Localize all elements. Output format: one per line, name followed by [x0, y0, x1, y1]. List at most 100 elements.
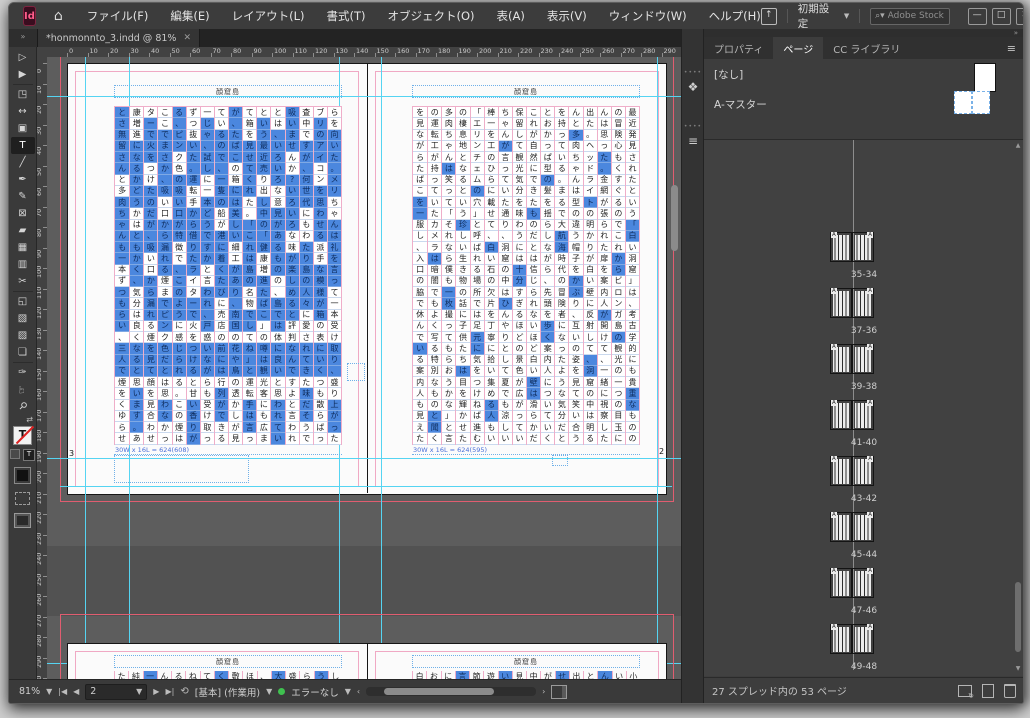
- direct-selection-tool[interactable]: ▶: [11, 66, 35, 83]
- layers-panel-icon[interactable]: ❖: [685, 79, 701, 95]
- running-head-frame[interactable]: 顔窟島: [412, 85, 640, 98]
- rectangle-tool[interactable]: ▰: [11, 222, 35, 239]
- page-thumbnail[interactable]: A: [852, 456, 874, 486]
- menu-item[interactable]: オブジェクト(O): [388, 8, 475, 24]
- frame-tool[interactable]: ⊠: [11, 205, 35, 222]
- page-thumbnail[interactable]: A: [830, 624, 852, 654]
- minimize-button[interactable]: —: [968, 8, 987, 25]
- text-column[interactable]: の運転工が持っていたカメラは暗闇でもよく写る特別なものと聞く: [427, 107, 441, 444]
- zoom-level[interactable]: 81%: [19, 686, 40, 697]
- first-page-button[interactable]: |◀: [58, 687, 67, 696]
- canvas-vertical-scrollbar[interactable]: [670, 59, 679, 675]
- canvas-horizontal-scrollbar[interactable]: [366, 687, 536, 696]
- workspace-switcher[interactable]: 初期設定: [798, 2, 831, 31]
- maximize-button[interactable]: □: [992, 8, 1011, 25]
- text-column[interactable]: の冒険心もくすぐるのでこれからビロンガ島の観光の一つの目玉に: [611, 107, 625, 444]
- running-head-frame[interactable]: 顔窟島: [114, 85, 342, 98]
- page-thumbnail[interactable]: A: [830, 232, 852, 262]
- text-column[interactable]: とさ無留さんと多肉ちゃんも一本ずつもらい、三人で煙をくゆらせ: [115, 107, 129, 444]
- spread-label[interactable]: 45-44: [704, 550, 1024, 560]
- text-column[interactable]: 棒一を工のひらに載せて、白い石の欠片を丁寧に拾い集める人もい: [484, 107, 498, 444]
- page-thumbnail[interactable]: A: [830, 456, 852, 486]
- stroke-panel-icon[interactable]: ≡: [685, 133, 701, 149]
- text-column[interactable]: る、ピンク色の吸い口が特徴で、このように感じられる。この煙は: [172, 107, 186, 444]
- master-a-label[interactable]: A-マスター: [714, 97, 767, 112]
- running-head-frame[interactable]: 顔窟島: [114, 655, 342, 668]
- master-a-thumbnail[interactable]: [954, 91, 990, 114]
- text-column[interactable]: これが自然にできたものだとは信じられないほど白い壁は滑らかだ: [526, 107, 540, 444]
- scroll-up-icon[interactable]: ▲: [1014, 142, 1022, 149]
- text-column[interactable]: 吸いませんか?いろいろな味が楽しめると評判なんですよと言われ: [285, 107, 299, 444]
- text-column[interactable]: 保留して観光気分を味わうには十分すぎるほどの景色が広がってい: [512, 107, 526, 444]
- menu-item[interactable]: 表示(V): [547, 8, 587, 24]
- formatting-affects-text-button[interactable]: T: [23, 449, 35, 461]
- menu-item[interactable]: ファイル(F): [87, 8, 149, 24]
- spread-label[interactable]: 37-36: [704, 326, 1024, 336]
- text-column[interactable]: ここでまさか、吸い口から漏れる煙までピンク色だとは思わなかっ: [157, 107, 171, 444]
- note-tool[interactable]: ❏: [11, 344, 35, 361]
- tab-pages[interactable]: ページ: [773, 37, 823, 59]
- gradient-tool[interactable]: ▧: [11, 310, 35, 327]
- pages-scrollbar[interactable]: ▲ ▼: [1014, 142, 1022, 672]
- text-column[interactable]: 最近発見されたという「白い洞窟」は、考古学的にも貴重なものの: [625, 107, 639, 444]
- master-none-label[interactable]: [なし]: [714, 67, 743, 82]
- text-column[interactable]: 康増進になるかどうかはともかく、気分は良くなると思います。あ: [129, 107, 143, 444]
- type-tool[interactable]: T: [11, 137, 35, 154]
- running-head-frame[interactable]: 顔窟島: [412, 655, 640, 668]
- apply-none-icon[interactable]: [15, 492, 30, 505]
- right-page-text-frame[interactable]: 最近発見されたという「白い洞窟」は、考古学的にも貴重なもののの冒険心もくすぐるの…: [412, 106, 640, 445]
- page-thumbnail[interactable]: A: [852, 344, 874, 374]
- empty-text-frame[interactable]: [347, 363, 365, 381]
- tab-properties[interactable]: プロパティ: [704, 37, 773, 59]
- text-column[interactable]: 査中ですが、何世代にもわたり島の人々に愛されてきた味だそうで: [299, 107, 313, 444]
- page-thumbnail[interactable]: A: [830, 568, 852, 598]
- home-icon[interactable]: ⌂: [54, 8, 63, 24]
- text-column[interactable]: ターで火をつけたのだが、吸い口から漏れる煙を見て顔を見合わせ: [143, 107, 157, 444]
- text-column[interactable]: ちゃんが言っていた通り、洞窟の中はひんやりとして夏でも涼しい: [498, 107, 512, 444]
- page-tool[interactable]: ◳: [11, 86, 35, 103]
- text-column[interactable]: が、たばこの箱には美しい細工があり、南国の花や鳥の透かしが見: [228, 107, 242, 444]
- next-spread-text-row[interactable]: 小いんと出せが中見い遊節言にお白: [412, 671, 640, 679]
- selection-tool[interactable]: ▷: [11, 49, 35, 66]
- page-thumbnail[interactable]: A: [830, 288, 852, 318]
- page-thumbnail[interactable]: A: [852, 568, 874, 598]
- error-status[interactable]: エラーなし: [291, 685, 339, 699]
- menu-item[interactable]: 編集(E): [170, 8, 209, 24]
- ruler-guide-vertical[interactable]: [85, 57, 86, 679]
- scrollbar-thumb[interactable]: [671, 185, 678, 251]
- text-column[interactable]: とおかっぱ型の髪を揺らしながら、先頭を歩く案内人についていく: [540, 107, 554, 444]
- next-spread-text-row[interactable]: しうら盛大、ほ敷くてねるん一純た: [114, 671, 342, 679]
- empty-text-frame[interactable]: [114, 455, 249, 483]
- scroll-left-icon[interactable]: ‹: [357, 687, 360, 696]
- page-thumbnail[interactable]: A: [852, 400, 874, 430]
- gradient-feather-tool[interactable]: ▨: [11, 327, 35, 344]
- text-column[interactable]: ているので、一隻の船が港に着くたびに売店の前には行列ができる: [214, 107, 228, 444]
- page-thumbnail[interactable]: A: [852, 232, 874, 262]
- gap-tool[interactable]: ↔: [11, 103, 35, 120]
- spread-label[interactable]: 39-38: [704, 382, 1024, 392]
- page-thumbnail[interactable]: A: [830, 400, 852, 430]
- free-transform-tool[interactable]: ◱: [11, 293, 35, 310]
- eyedropper-tool[interactable]: ✑: [11, 364, 35, 381]
- spread-label[interactable]: 41-40: [704, 438, 1024, 448]
- scrollbar-thumb[interactable]: [384, 688, 494, 695]
- zoom-tool[interactable]: ⚲: [11, 398, 35, 415]
- text-column[interactable]: という最近売り出し中の「健康増進たばこ」の噂は観光客にも広ま: [256, 107, 270, 444]
- tab-cc-libraries[interactable]: CC ライブラリ: [823, 37, 910, 59]
- scrollbar-thumb[interactable]: [1015, 582, 1021, 652]
- text-column[interactable]: 多肉ちゃんは笑って「それなら僕も一枚撮ってもらおうかな」と言: [441, 107, 455, 444]
- menu-item[interactable]: 書式(T): [327, 8, 366, 24]
- swap-fill-stroke-icon[interactable]: ⇄: [26, 415, 33, 425]
- scissors-tool[interactable]: ✂: [11, 273, 35, 290]
- panel-dock-header[interactable]: »: [704, 29, 1024, 37]
- next-page-button[interactable]: ▶: [153, 687, 159, 696]
- tab-close-icon[interactable]: ✕: [183, 33, 191, 43]
- ruler-guide-vertical[interactable]: [657, 57, 658, 679]
- spread-label[interactable]: 47-46: [704, 606, 1024, 616]
- text-column[interactable]: を見ながらたばこを一服し、入口の脇で休んでいる案内人も見えた: [413, 107, 427, 444]
- text-column[interactable]: 一じゃ、試しに一本どうですかと言われ、戸惑いながらも受け取っ: [200, 107, 214, 444]
- delete-page-icon[interactable]: [1004, 684, 1016, 698]
- screen-mode-button[interactable]: [14, 513, 31, 528]
- fill-indicator-text[interactable]: T: [13, 426, 32, 445]
- menu-item[interactable]: ヘルプ(H): [709, 8, 761, 24]
